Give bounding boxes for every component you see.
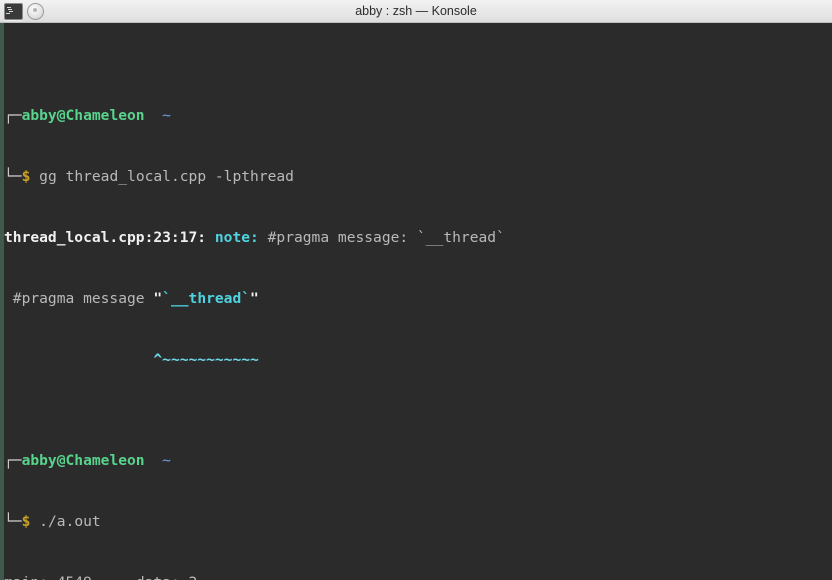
prompt-decoration-bottom: └─	[4, 513, 22, 531]
window-title: abby : zsh — Konsole	[355, 4, 477, 18]
source-text-1: #pragma message	[4, 289, 154, 307]
output-gap	[92, 574, 136, 580]
output-label: main: 4549	[4, 574, 92, 580]
command-line[interactable]: └─$ ./a.out	[4, 512, 832, 532]
title-bar-left-controls	[0, 2, 44, 20]
prompt-decoration-bottom: └─	[4, 168, 22, 186]
prompt-line-top: ┌─abby@Chameleon ~	[4, 106, 832, 126]
command-space	[30, 513, 39, 530]
command-text-2: ./a.out	[39, 513, 101, 531]
prompt-gap	[145, 452, 163, 469]
source-quote-open-1: "	[153, 289, 163, 307]
diagnostic-severity-1: note:	[214, 228, 259, 246]
terminal-area[interactable]: ┌─abby@Chameleon ~ └─$ gg thread_local.c…	[0, 23, 832, 580]
prompt-gap	[145, 107, 163, 124]
prompt-decoration-top: ┌─	[4, 107, 22, 125]
prompt-path: ~	[162, 107, 171, 125]
prompt-decoration-top: ┌─	[4, 452, 22, 470]
diag-gap	[206, 229, 215, 246]
underline-indent-1	[4, 351, 153, 368]
source-token-1: `__thread`	[162, 289, 251, 307]
diagnostic-line-1: thread_local.cpp:23:17: note: #pragma me…	[4, 228, 832, 248]
diag-gap2	[259, 229, 268, 246]
command-line[interactable]: └─$ gg thread_local.cpp -lpthread	[4, 167, 832, 187]
source-quote-close-1: "	[250, 289, 259, 307]
prompt-line-top: ┌─abby@Chameleon ~	[4, 451, 832, 471]
terminal-screen[interactable]: ┌─abby@Chameleon ~ └─$ gg thread_local.c…	[4, 23, 832, 580]
command-text-1: gg thread_local.cpp -lpthread	[39, 168, 294, 186]
window-menu-circle-button[interactable]	[27, 2, 44, 20]
konsole-window: abby : zsh — Konsole ┌─abby@Chameleon ~ …	[0, 0, 832, 580]
diagnostic-underline-1: ^~~~~~~~~~~~	[153, 350, 259, 368]
prompt-path: ~	[162, 452, 171, 470]
title-bar[interactable]: abby : zsh — Konsole	[0, 0, 832, 23]
output-data: data: 2	[136, 574, 198, 580]
prompt-user-host: abby@Chameleon	[21, 452, 145, 470]
output-row: main: 4549 data: 2	[4, 573, 832, 580]
terminal-app-icon[interactable]	[4, 2, 23, 20]
diagnostic-underline-line-1: ^~~~~~~~~~~~	[4, 350, 832, 370]
diagnostic-source-line-1: #pragma message "`__thread`"	[4, 289, 832, 309]
diagnostic-file-location-1: thread_local.cpp:23:17:	[4, 228, 207, 246]
command-space	[30, 168, 39, 185]
prompt-user-host: abby@Chameleon	[21, 107, 145, 125]
diagnostic-message-1: #pragma message: `__thread`	[267, 228, 505, 246]
